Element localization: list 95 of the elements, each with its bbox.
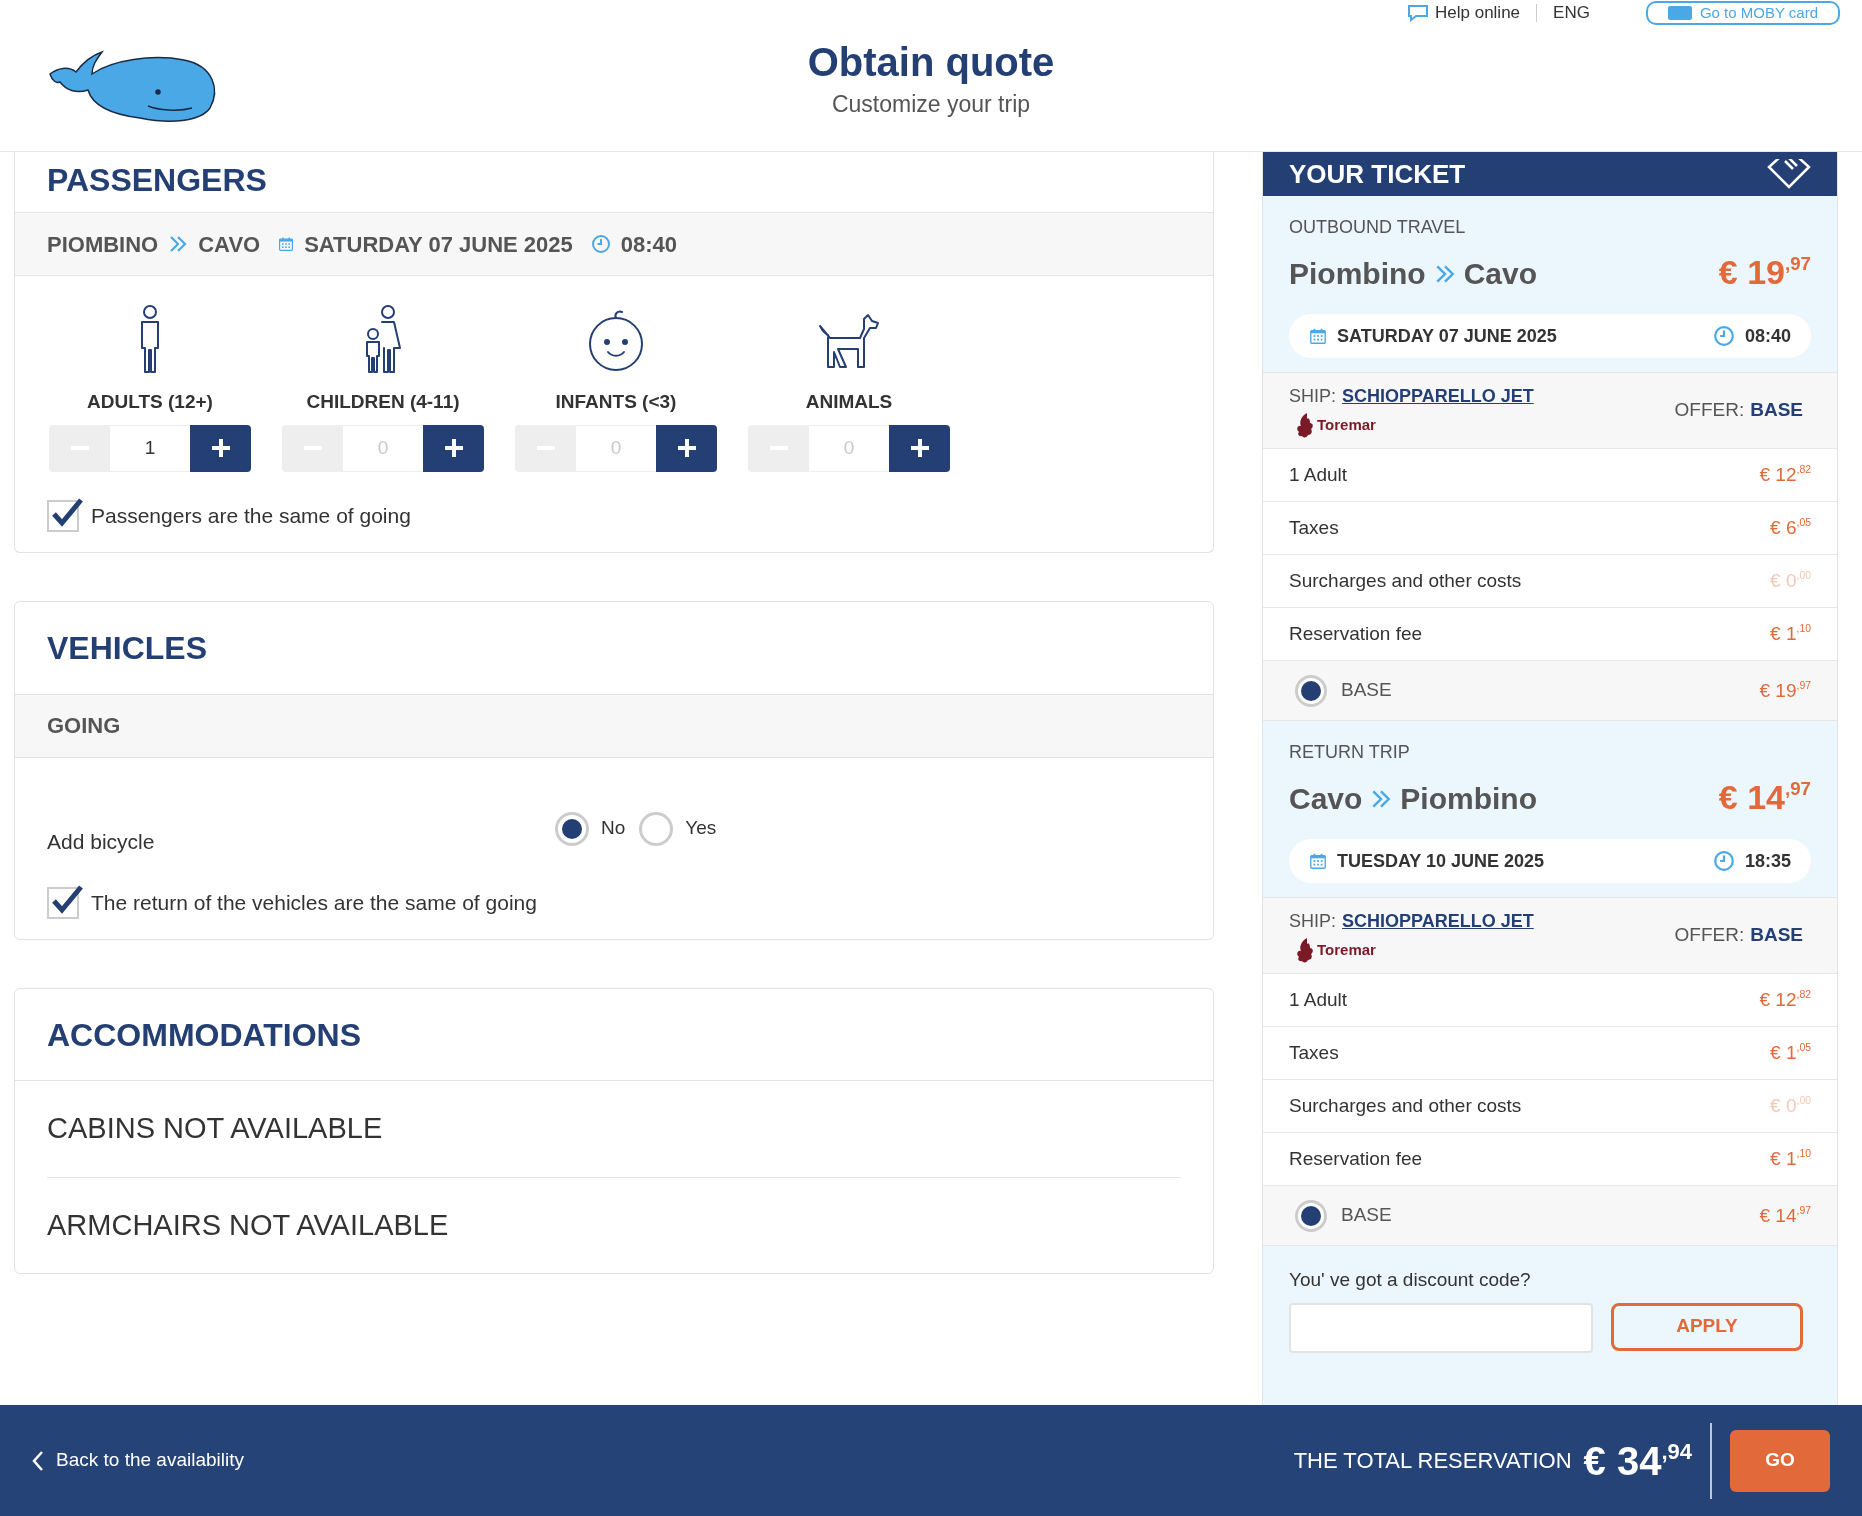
- total-label: THE TOTAL RESERVATION: [1293, 1447, 1572, 1475]
- language-selector[interactable]: ENG: [1553, 0, 1590, 26]
- clock-icon: [590, 234, 611, 254]
- cost-label: Reservation fee: [1289, 1146, 1423, 1171]
- offer-value: BASE: [1750, 923, 1803, 948]
- passenger-type-label: INFANTS (<3): [555, 390, 677, 414]
- passenger-type-label: CHILDREN (4-11): [306, 390, 460, 414]
- cost-amount: € 12$^{,82}$: [1759, 988, 1811, 1012]
- chat-icon: [1407, 4, 1429, 22]
- cost-label: 1 Adult: [1289, 987, 1348, 1012]
- cost-amount: € 1$^{,10}$: [1770, 1147, 1811, 1171]
- count-field[interactable]: 1: [110, 424, 190, 472]
- trip-price: € 19$^{,97}$: [1718, 251, 1811, 293]
- cost-amount: € 12$^{,82}$: [1759, 463, 1811, 487]
- cost-amount: € 6$^{,05}$: [1770, 516, 1811, 540]
- calendar-icon: [1309, 852, 1327, 870]
- operator-name: Toremar: [1317, 939, 1376, 960]
- checkbox-label: Passengers are the same of going: [91, 502, 411, 529]
- cost-label: 1 Adult: [1289, 462, 1348, 487]
- clock-icon: [1712, 325, 1735, 347]
- route-origin: PIOMBINO: [47, 230, 159, 259]
- cost-label: Taxes: [1289, 1040, 1339, 1065]
- trip-date: TUESDAY 10 JUNE 2025: [1337, 849, 1545, 873]
- trip-heading: RETURN TRIP: [1289, 741, 1411, 764]
- route-time: 08:40: [620, 230, 678, 259]
- cost-amount: € 0$^{,00}$: [1770, 569, 1811, 593]
- radio-button[interactable]: [555, 811, 589, 846]
- departure-port: Piombino: [1289, 256, 1426, 292]
- going-bar: GOING: [15, 693, 1213, 758]
- increment-button[interactable]: [889, 424, 950, 472]
- ship-link[interactable]: SCHIOPPARELLO JET: [1342, 908, 1534, 935]
- trip-date: SATURDAY 07 JUNE 2025: [1337, 324, 1557, 348]
- passenger-type-label: ANIMALS: [805, 390, 893, 414]
- section-title: VEHICLES: [46, 628, 209, 668]
- radio-label: Yes: [685, 816, 717, 841]
- discount-code-field[interactable]: [1289, 1302, 1593, 1353]
- availability-notice: CABINS NOT AVAILABLE: [47, 1111, 384, 1147]
- plus-icon: [910, 439, 929, 457]
- availability-notice: ARMCHAIRS NOT AVAILABLE: [47, 1177, 1181, 1273]
- fare-amount: € 14$^{,97}$: [1759, 1203, 1811, 1228]
- offer-label: OFFER:: [1674, 923, 1745, 948]
- double-chevron-icon: [168, 234, 189, 254]
- arrival-port: Cavo: [1463, 256, 1537, 292]
- departure-port: Cavo: [1289, 781, 1363, 817]
- ship-label: SHIP:: [1289, 910, 1336, 933]
- radio-label: No: [601, 816, 626, 841]
- fare-label: BASE: [1341, 1203, 1392, 1228]
- discount-label: You' ve got a discount code?: [1289, 1268, 1532, 1292]
- cost-amount: € 1$^{,05}$: [1770, 1041, 1811, 1065]
- page-title: Obtain quote: [807, 39, 1055, 87]
- operator-name: Toremar: [1317, 414, 1376, 435]
- plus-icon: [677, 439, 696, 457]
- cost-label: Surcharges and other costs: [1289, 1093, 1522, 1118]
- cost-amount: € 0$^{,00}$: [1770, 1094, 1811, 1118]
- ticket-title: YOUR TICKET: [1289, 157, 1466, 191]
- bicycle-label: Add bicycle: [47, 828, 156, 855]
- route-destination: CAVO: [198, 230, 261, 259]
- fare-amount: € 19$^{,97}$: [1759, 678, 1811, 703]
- cost-label: Reservation fee: [1289, 621, 1423, 646]
- checkbox-label: The return of the vehicles are the same of going: [91, 890, 537, 917]
- page-subtitle: Customize your trip: [831, 90, 1031, 120]
- section-title: PASSENGERS: [46, 161, 268, 200]
- chevron-left-icon: [32, 1449, 44, 1472]
- cost-label: Taxes: [1289, 515, 1339, 540]
- trip-time: 18:35: [1744, 849, 1791, 873]
- increment-button[interactable]: [423, 424, 484, 472]
- clock-icon: [1712, 850, 1735, 872]
- help-link[interactable]: Help online: [1407, 0, 1521, 26]
- fare-label: BASE: [1341, 678, 1392, 703]
- cost-label: Surcharges and other costs: [1289, 568, 1522, 593]
- trip-heading: OUTBOUND TRAVEL: [1289, 216, 1467, 239]
- card-icon: [1667, 6, 1692, 20]
- trip-price: € 14$^{,97}$: [1718, 776, 1811, 818]
- ship-link[interactable]: SCHIOPPARELLO JET: [1342, 383, 1534, 410]
- increment-button[interactable]: [190, 424, 251, 472]
- offer-label: OFFER:: [1674, 398, 1745, 423]
- ship-label: SHIP:: [1289, 385, 1336, 408]
- offer-value: BASE: [1750, 398, 1803, 423]
- cost-amount: € 1$^{,10}$: [1770, 622, 1811, 646]
- arrival-port: Piombino: [1400, 781, 1537, 817]
- calendar-icon: [1309, 327, 1327, 345]
- ticket-icon: [1767, 159, 1811, 189]
- plus-icon: [444, 439, 463, 457]
- radio-button[interactable]: [1295, 674, 1327, 707]
- calendar-icon: [278, 236, 295, 252]
- radio-button[interactable]: [639, 811, 674, 846]
- total-price: € 34$^{,94}$: [1583, 1437, 1692, 1485]
- increment-button[interactable]: [656, 424, 717, 472]
- section-title: ACCOMMODATIONS: [15, 989, 1213, 1081]
- plus-icon: [211, 439, 230, 457]
- radio-button[interactable]: [1295, 1199, 1327, 1232]
- trip-time: 08:40: [1744, 324, 1791, 348]
- route-date: SATURDAY 07 JUNE 2025: [304, 230, 573, 259]
- passenger-type-label: ADULTS (12+): [87, 390, 213, 414]
- back-link[interactable]: Back to the availability: [32, 1446, 244, 1475]
